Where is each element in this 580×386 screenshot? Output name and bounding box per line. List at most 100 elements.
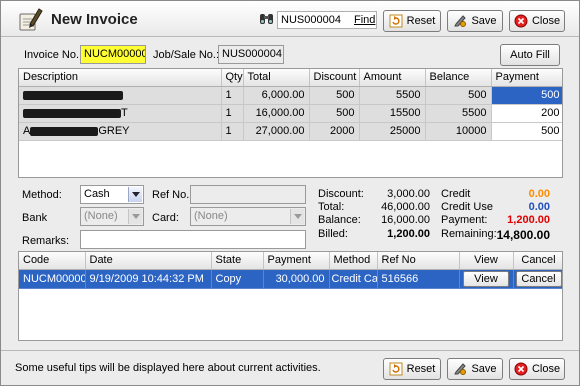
payment-code: NUCM000008	[19, 269, 86, 289]
description-prefix: A	[23, 125, 31, 137]
method-select[interactable]: Cash	[80, 185, 144, 204]
col-date[interactable]: Date	[85, 252, 212, 270]
credit-use-value: 0.00	[528, 201, 550, 213]
card-select[interactable]: (None)	[190, 207, 306, 226]
item-total: 6,000.00	[243, 86, 310, 105]
item-balance: 5500	[425, 104, 492, 123]
col-view[interactable]: View	[459, 252, 514, 270]
status-bar: Some useful tips will be displayed here …	[1, 350, 579, 385]
close-button[interactable]: Close	[509, 10, 565, 32]
card-label: Card:	[152, 212, 179, 224]
binoculars-icon	[260, 14, 273, 24]
save-button-bottom[interactable]: Save	[447, 358, 503, 380]
payment-row[interactable]: NUCM000008 9/19/2009 10:44:32 PM Copy 30…	[19, 269, 562, 289]
auto-fill-button[interactable]: Auto Fill	[500, 44, 560, 66]
col-total[interactable]: Total	[243, 69, 310, 87]
col-discount[interactable]: Discount	[309, 69, 360, 87]
payment-ref-no: 516566	[377, 269, 460, 289]
redacted-text	[30, 126, 99, 136]
billed-label: Billed:	[318, 228, 348, 240]
col-payment[interactable]: Payment	[263, 252, 330, 270]
bank-value: (None)	[84, 210, 118, 222]
credit-value: 0.00	[528, 188, 550, 200]
payment-amount: 30,000.00	[263, 269, 330, 289]
col-code[interactable]: Code	[19, 252, 86, 270]
item-payment[interactable]: 500	[491, 122, 562, 141]
payment-state: Copy	[211, 269, 264, 289]
cancel-payment-button[interactable]: Cancel	[515, 270, 562, 287]
invoice-no-label: Invoice No.:	[24, 49, 83, 61]
save-label: Save	[471, 363, 497, 375]
chevron-down-icon	[128, 187, 142, 202]
col-payment[interactable]: Payment	[491, 69, 562, 87]
job-sale-no-field[interactable]: NUS000004	[218, 45, 284, 64]
ref-no-field[interactable]	[190, 185, 306, 204]
search-value: NUS000004	[281, 14, 341, 26]
save-icon	[454, 15, 467, 27]
col-ref-no[interactable]: Ref No	[377, 252, 460, 270]
notepad-pen-icon	[19, 8, 43, 31]
payment-label: Payment:	[441, 214, 488, 226]
reset-icon	[389, 362, 403, 376]
balance-label: Balance:	[318, 214, 361, 226]
job-sale-no-label: Job/Sale No.:	[153, 49, 220, 61]
items-header-row: Description Qty Total Discount Amount Be…	[19, 69, 562, 87]
total-value: 46,000.00	[381, 201, 430, 213]
ref-no-label: Ref No.	[152, 189, 190, 201]
item-payment[interactable]: 500	[491, 86, 562, 105]
item-row[interactable]: 1 6,000.00 500 5500 500 500	[19, 86, 562, 105]
balance-value: 16,000.00	[381, 214, 430, 226]
item-total: 27,000.00	[243, 122, 310, 141]
item-payment[interactable]: 200	[491, 104, 562, 123]
invoice-no-field[interactable]: NUCM000009	[80, 45, 146, 64]
col-amount[interactable]: Amount	[359, 69, 426, 87]
close-label: Close	[531, 363, 561, 375]
credit-use-label: Credit Use	[441, 201, 493, 213]
item-qty: 1	[221, 122, 244, 141]
items-table: Description Qty Total Discount Amount Be…	[18, 68, 563, 178]
close-icon	[514, 362, 528, 376]
col-balance[interactable]: Belance	[425, 69, 492, 87]
chevron-down-icon	[290, 209, 304, 224]
method-value: Cash	[84, 188, 110, 200]
item-amount: 15500	[359, 104, 426, 123]
remarks-field[interactable]	[80, 230, 306, 249]
payments-table: Code Date State Payment Method Ref No Vi…	[18, 251, 563, 341]
view-cell: View	[459, 269, 514, 289]
card-value: (None)	[194, 210, 228, 222]
view-button[interactable]: View	[463, 270, 509, 287]
item-amount: 25000	[359, 122, 426, 141]
item-discount: 2000	[309, 122, 360, 141]
col-method[interactable]: Method	[329, 252, 378, 270]
item-balance: 500	[425, 86, 492, 105]
bank-select[interactable]: (None)	[80, 207, 144, 226]
close-icon	[514, 14, 528, 28]
discount-value: 3,000.00	[387, 188, 430, 200]
reset-icon	[389, 14, 403, 28]
find-link[interactable]: Find	[354, 14, 375, 26]
billed-value: 1,200.00	[387, 228, 430, 240]
col-qty[interactable]: Qty	[221, 69, 244, 87]
item-row[interactable]: T 1 16,000.00 500 15500 5500 200	[19, 104, 562, 123]
payments-header-row: Code Date State Payment Method Ref No Vi…	[19, 252, 562, 270]
reset-button[interactable]: Reset	[383, 10, 441, 32]
redacted-text	[23, 108, 121, 118]
item-description: T	[19, 104, 222, 123]
col-cancel[interactable]: Cancel	[513, 252, 562, 270]
item-balance: 10000	[425, 122, 492, 141]
item-row[interactable]: A GREY 1 27,000.00 2000 25000 10000 500	[19, 122, 562, 141]
auto-fill-label: Auto Fill	[510, 49, 550, 61]
reset-label: Reset	[406, 363, 436, 375]
description-suffix: GREY	[98, 125, 130, 137]
col-description[interactable]: Description	[19, 69, 222, 87]
reset-button-bottom[interactable]: Reset	[383, 358, 441, 380]
col-state[interactable]: State	[211, 252, 264, 270]
close-label: Close	[531, 15, 561, 27]
close-button-bottom[interactable]: Close	[509, 358, 565, 380]
total-label: Total:	[318, 201, 345, 213]
description-suffix: T	[121, 107, 128, 119]
payment-value: 1,200.00	[507, 214, 550, 226]
save-button[interactable]: Save	[447, 10, 503, 32]
item-amount: 5500	[359, 86, 426, 105]
chevron-down-icon	[128, 209, 142, 224]
